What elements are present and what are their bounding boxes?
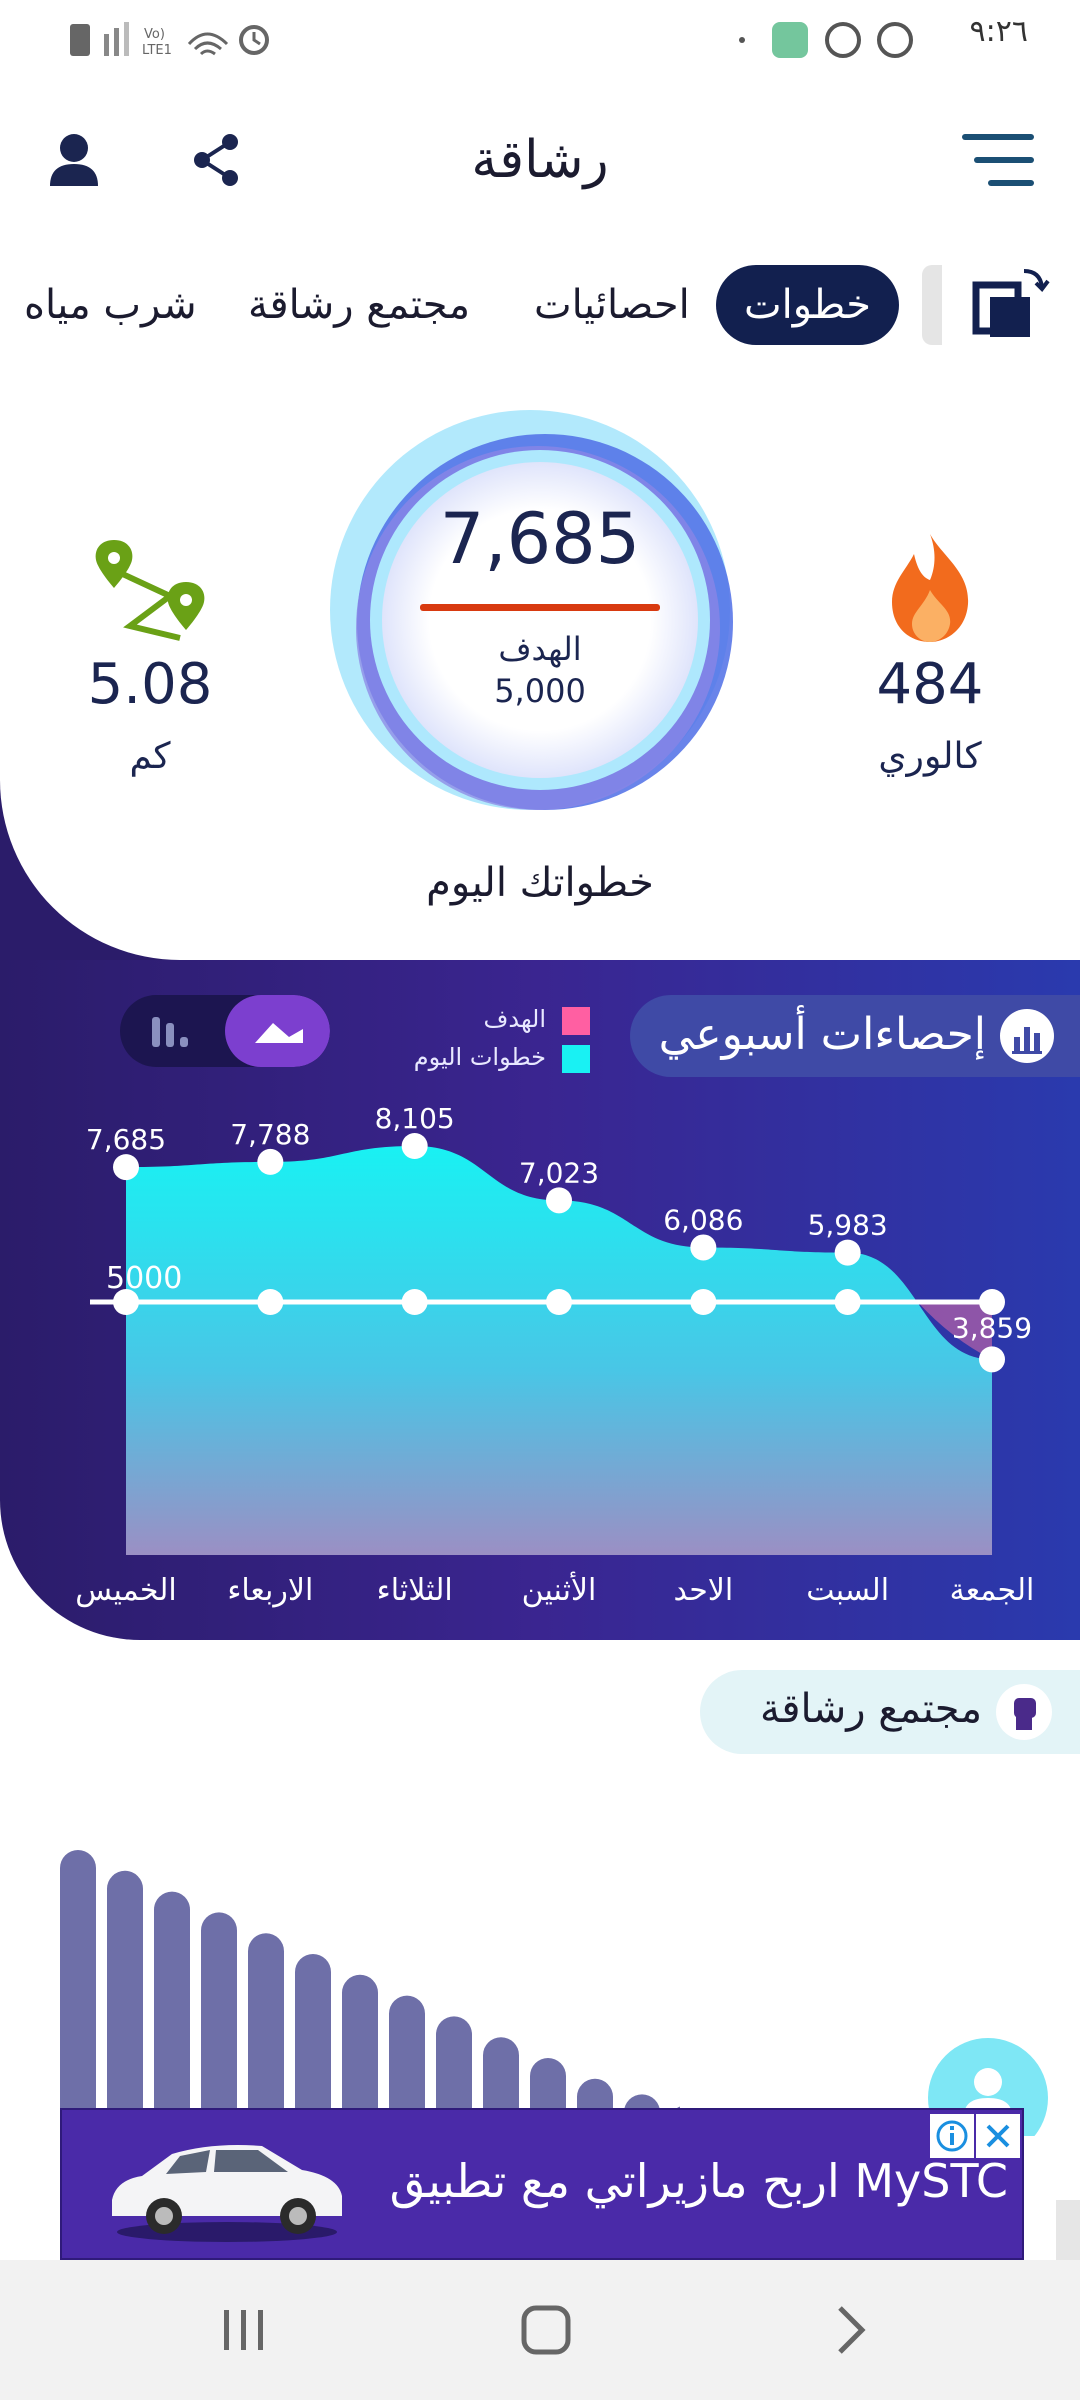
ad-info-icon[interactable] <box>930 2114 974 2158</box>
community-bar <box>483 2037 519 2110</box>
legend-goal: الهدف <box>390 1005 590 1035</box>
goal-point <box>113 1289 139 1315</box>
notification-icons <box>739 22 913 58</box>
steps-point[interactable] <box>113 1154 139 1181</box>
community-bar <box>60 1850 96 2110</box>
legend-goal-swatch <box>562 1007 590 1035</box>
day-label: الاحد <box>673 1573 733 1608</box>
tab-statistics[interactable]: احصائيات <box>534 265 690 345</box>
steps-point[interactable] <box>834 1239 861 1266</box>
tab-steps[interactable]: خطوات <box>716 265 899 345</box>
weekly-stats-header: إحصاءات أسبوعي <box>630 995 1080 1077</box>
community-bar <box>389 1995 425 2110</box>
community-bar <box>154 1891 190 2110</box>
goal-point <box>834 1289 861 1315</box>
route-icon <box>95 540 205 641</box>
community-title: مجتمع رشاقة <box>759 1686 982 1732</box>
system-nav-bar <box>0 2260 1080 2400</box>
status-icons: Vo) LTE1 <box>70 22 269 58</box>
steps-data-label: 7,788 <box>230 1118 310 1151</box>
day-label: الثلاثاء <box>377 1573 453 1608</box>
day-label: الجمعة <box>950 1573 1035 1608</box>
svg-text:LTE1: LTE1 <box>142 43 172 58</box>
tab-community[interactable]: مجتمع رشاقة <box>248 265 470 345</box>
chart-type-toggle[interactable] <box>120 995 330 1067</box>
goal-point <box>690 1289 717 1315</box>
side-handle <box>1056 2200 1080 2260</box>
goal-value: 5,000 <box>494 672 586 710</box>
advert-banner[interactable]: اربح مازيراتي مع تطبيق MySTC <box>60 2108 1024 2260</box>
home-icon[interactable] <box>516 2300 576 2360</box>
steps-data-label: 5,983 <box>808 1209 888 1242</box>
steps-data-label: 7,685 <box>86 1123 166 1156</box>
tab-bar: شرب مياه مجتمع رشاقة احصائيات خطوات <box>0 255 1080 351</box>
bar-chart-icon <box>1000 1009 1054 1063</box>
community-header: مجتمع رشاقة <box>700 1670 1080 1754</box>
steps-data-label: 3,859 <box>952 1311 1032 1344</box>
community-bar <box>248 1933 284 2110</box>
community-bar <box>342 1974 378 2110</box>
steps-count: 7,685 <box>439 498 641 580</box>
distance-unit: كم <box>129 736 171 777</box>
fist-icon <box>996 1684 1052 1740</box>
steps-point[interactable] <box>690 1234 717 1261</box>
rotate-screen-icon[interactable] <box>968 261 1054 347</box>
area-chart-icon <box>255 1023 303 1043</box>
community-bar-chart <box>60 1850 680 2110</box>
community-bar <box>530 2058 566 2110</box>
svg-text:Vo): Vo) <box>144 27 165 42</box>
ad-close-icon[interactable] <box>976 2114 1020 2158</box>
community-bar <box>436 2016 472 2110</box>
legend-today-swatch <box>562 1045 590 1073</box>
goal-line-label: 5000 <box>106 1261 182 1296</box>
weekly-stats-title: إحصاءات أسبوعي <box>658 1009 986 1060</box>
community-bar <box>295 1954 331 2110</box>
weekly-steps-chart: 5000 7,685 الخميس 7,788 الاربعاء 8,105 الثلاثا… <box>75 1102 1035 1608</box>
calories-value: 484 <box>876 652 984 717</box>
calories-unit: كالوري <box>878 736 982 777</box>
status-bar: Vo) LTE1 ٩:٢٦ <box>0 0 1080 80</box>
app-title: رشاقة <box>471 130 609 190</box>
steps-ring <box>330 410 733 810</box>
steps-data-label: 6,086 <box>663 1203 743 1236</box>
legend-goal-label: الهدف <box>483 1005 546 1033</box>
recent-apps-icon[interactable] <box>214 2300 274 2360</box>
today-summary: 7,685 الهدف 5,000 484 كالوري 5.08 كم خطو… <box>0 380 1080 960</box>
day-label: الاربعاء <box>227 1573 313 1608</box>
goal-progress-bar <box>420 604 660 611</box>
day-label: الخميس <box>75 1573 176 1608</box>
area-chart-option[interactable] <box>225 995 330 1067</box>
goal-point <box>401 1289 428 1315</box>
fire-icon <box>892 534 969 642</box>
day-label: الأثنين <box>522 1570 597 1608</box>
distance-value: 5.08 <box>87 652 213 717</box>
app-bar: رشاقة <box>0 100 1080 220</box>
chart-legend: الهدف خطوات اليوم <box>390 1005 590 1085</box>
tab-water[interactable]: شرب مياه <box>24 265 197 345</box>
goal-label: الهدف <box>498 630 582 668</box>
legend-today: خطوات اليوم <box>390 1043 590 1073</box>
steps-point[interactable] <box>546 1187 572 1214</box>
today-caption: خطواتك اليوم <box>426 860 654 906</box>
menu-icon[interactable] <box>958 128 1038 192</box>
tab-scroll-edge <box>922 265 942 345</box>
steps-point[interactable] <box>979 1346 1005 1373</box>
clock: ٩:٢٦ <box>969 14 1028 49</box>
car-image <box>112 2145 342 2242</box>
steps-data-label: 8,105 <box>375 1102 455 1135</box>
steps-point[interactable] <box>257 1148 284 1175</box>
legend-today-label: خطوات اليوم <box>413 1043 546 1071</box>
day-label: السبت <box>806 1573 889 1608</box>
goal-point <box>546 1289 572 1315</box>
advert-text: اربح مازيراتي مع تطبيق MySTC <box>389 2154 1008 2208</box>
bar-chart-option-icon[interactable] <box>142 1009 202 1053</box>
goal-point <box>257 1289 284 1315</box>
back-icon[interactable] <box>820 2300 880 2360</box>
community-bar <box>577 2078 613 2110</box>
steps-data-label: 7,023 <box>519 1156 599 1189</box>
steps-point[interactable] <box>401 1133 428 1159</box>
community-bar <box>107 1870 143 2110</box>
community-bar <box>201 1912 237 2110</box>
